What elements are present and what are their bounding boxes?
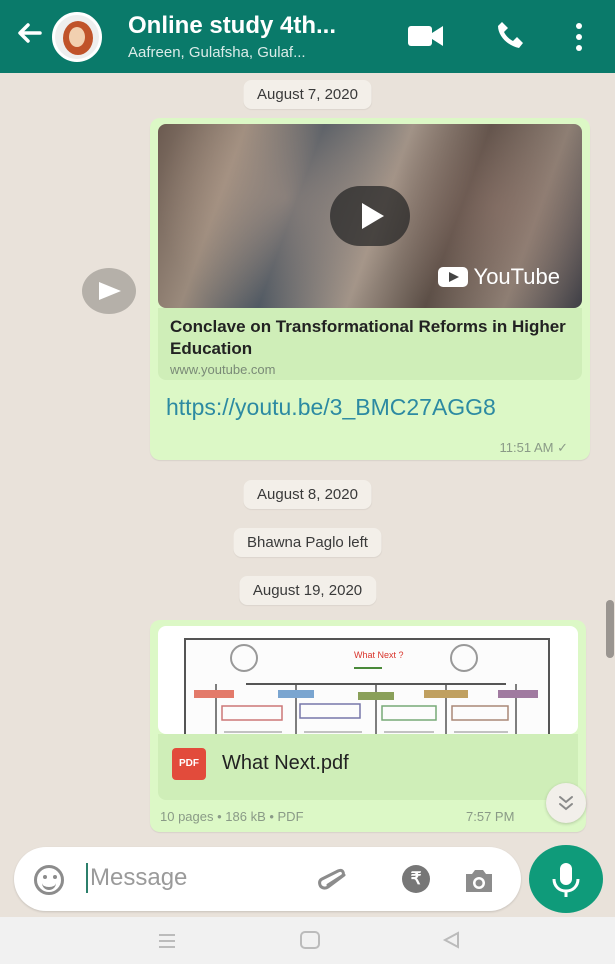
- link-url[interactable]: https://youtu.be/3_BMC27AGG8: [166, 394, 496, 421]
- video-thumbnail[interactable]: YouTube: [158, 124, 582, 308]
- date-separator: August 8, 2020: [243, 480, 372, 509]
- back-navigation-icon[interactable]: [440, 929, 462, 951]
- message-time: 7:57 PM: [466, 809, 515, 824]
- scroll-to-bottom-button[interactable]: [546, 783, 586, 823]
- message-time: 11:51 AM ✓: [499, 440, 568, 455]
- message-composer[interactable]: Message ₹: [14, 847, 521, 911]
- home-icon[interactable]: [298, 929, 322, 951]
- chat-title[interactable]: Online study 4th...: [128, 12, 336, 40]
- back-arrow-icon[interactable]: [14, 18, 44, 48]
- preview-title: What Next ?: [354, 650, 404, 660]
- file-message[interactable]: What Next ? PDF What Next.pdf 10 pages •…: [150, 620, 586, 832]
- mic-button[interactable]: [529, 845, 603, 913]
- system-event: Bhawna Paglo left: [233, 528, 382, 557]
- text-caret: [86, 863, 88, 893]
- pdf-preview[interactable]: What Next ?: [158, 626, 578, 734]
- emoji-icon[interactable]: [34, 865, 64, 895]
- link-preview[interactable]: Conclave on Transformational Reforms in …: [158, 308, 582, 380]
- more-options-icon[interactable]: [574, 22, 584, 52]
- pdf-file-icon: PDF: [172, 748, 206, 780]
- message-input[interactable]: Message: [90, 864, 187, 892]
- date-separator: August 7, 2020: [243, 80, 372, 109]
- youtube-logo: YouTube: [437, 264, 560, 290]
- forward-icon[interactable]: [82, 268, 136, 314]
- video-link-message[interactable]: YouTube Conclave on Transformational Ref…: [150, 118, 590, 460]
- voice-call-icon[interactable]: [496, 20, 524, 50]
- microphone-icon: [552, 863, 580, 897]
- payment-icon[interactable]: ₹: [402, 865, 430, 893]
- file-info[interactable]: PDF What Next.pdf: [158, 734, 578, 800]
- camera-icon[interactable]: [462, 867, 496, 895]
- file-name[interactable]: What Next.pdf: [222, 752, 349, 775]
- double-chevron-down-icon: [559, 796, 573, 811]
- file-meta: 10 pages • 186 kB • PDF: [160, 809, 304, 824]
- recent-apps-icon[interactable]: [156, 931, 178, 951]
- scrollbar-thumb[interactable]: [606, 600, 614, 658]
- system-navigation-bar: [0, 917, 615, 964]
- video-call-icon[interactable]: [408, 24, 444, 48]
- date-separator: August 19, 2020: [238, 576, 377, 605]
- chat-participants[interactable]: Aafreen, Gulafsha, Gulaf...: [128, 44, 306, 61]
- pdf-preview-page: What Next ?: [184, 638, 550, 734]
- youtube-icon: [437, 267, 468, 287]
- link-domain: www.youtube.com: [170, 362, 276, 377]
- group-avatar[interactable]: [52, 12, 102, 62]
- chat-header: Online study 4th... Aafreen, Gulafsha, G…: [0, 0, 615, 73]
- attach-icon[interactable]: [314, 867, 354, 893]
- play-icon[interactable]: [330, 186, 410, 246]
- link-title: Conclave on Transformational Reforms in …: [170, 317, 566, 358]
